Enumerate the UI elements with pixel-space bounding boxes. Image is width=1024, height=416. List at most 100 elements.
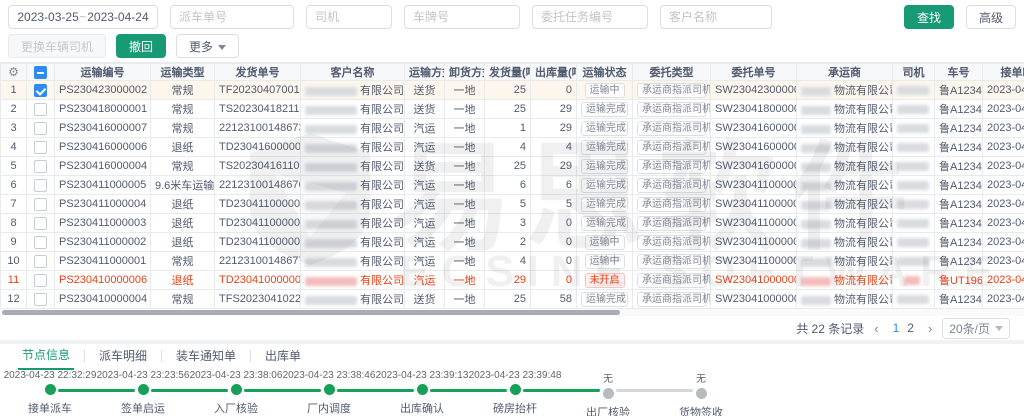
row-checkbox[interactable] bbox=[34, 160, 47, 173]
accept-time-cell: 2023-04-1 bbox=[983, 271, 1024, 290]
transport-mode-cell: 汽运 bbox=[405, 271, 445, 290]
next-page-icon[interactable]: › bbox=[928, 321, 932, 336]
table-row[interactable]: 8PS230411000003退纸TD230411000008有限公司汽运一地3… bbox=[1, 214, 1024, 233]
redacted-customer-name bbox=[305, 87, 357, 96]
accept-time-cell: 2023-04- bbox=[983, 252, 1024, 271]
consign-type-cell: 承运商指派司机 bbox=[633, 233, 711, 252]
column-header-13: 车号 bbox=[935, 64, 983, 81]
chevron-down-icon bbox=[995, 326, 1003, 331]
redacted-customer-name bbox=[305, 106, 357, 115]
carrier-cell: 物流有限公司 bbox=[797, 100, 893, 119]
transport-no-cell: PS230418000001 bbox=[55, 100, 151, 119]
consign-no-cell: SW230418000002 bbox=[711, 100, 797, 119]
table-row[interactable]: 2PS230418000001常规TS202304182114有限公司送货一地2… bbox=[1, 100, 1024, 119]
consign-type-badge: 承运商指派司机 bbox=[637, 254, 706, 269]
change-driver-button[interactable]: 更换车辆司机 bbox=[8, 34, 106, 58]
table-row[interactable]: 9PS230411000002退纸TD230411000007有限公司汽运一地2… bbox=[1, 233, 1024, 252]
table-row[interactable]: 10PS230411000001常规22123100148677有限公司汽运一地… bbox=[1, 252, 1024, 271]
ship-qty-cell: 3 bbox=[485, 214, 531, 233]
transport-no-cell: PS230411000004 bbox=[55, 195, 151, 214]
out-qty-cell: 0 bbox=[531, 271, 577, 290]
unload-mode-cell: 一地 bbox=[445, 119, 485, 138]
row-checkbox[interactable] bbox=[34, 122, 47, 135]
transport-mode-cell: 汽运 bbox=[405, 138, 445, 157]
table-row[interactable]: 6PS2304110000059.6米车运输22123100148676有限公司… bbox=[1, 176, 1024, 195]
tab-节点信息[interactable]: 节点信息 bbox=[18, 346, 74, 370]
table-row[interactable]: 3PS230416000007常规22123100148673有限公司汽运一地1… bbox=[1, 119, 1024, 138]
row-checkbox[interactable] bbox=[34, 141, 47, 154]
date-end[interactable]: 2023-04-24 bbox=[87, 10, 148, 24]
driver-cell bbox=[893, 119, 935, 138]
consign-type-cell: 承运商指派司机 bbox=[633, 119, 711, 138]
table-row[interactable]: 12PS230410000004常规TFS202304102203有限公司送货一… bbox=[1, 290, 1024, 309]
search-button[interactable]: 查找 bbox=[904, 5, 954, 29]
table-row[interactable]: 11PS230410000006退纸TD230410000009有限公司汽运一地… bbox=[1, 271, 1024, 290]
column-header-14: 接单时间 bbox=[983, 64, 1024, 81]
timeline-node-dot bbox=[138, 384, 149, 395]
redacted-customer-name bbox=[305, 201, 357, 210]
row-checkbox[interactable] bbox=[34, 255, 47, 268]
transport-no-cell: PS230423000002 bbox=[55, 81, 151, 100]
row-checkbox[interactable] bbox=[34, 217, 47, 230]
redacted-driver-name bbox=[897, 143, 929, 152]
redacted-driver-name bbox=[897, 124, 929, 133]
row-checkbox[interactable] bbox=[34, 236, 47, 249]
advanced-button[interactable]: 高级 bbox=[966, 5, 1016, 29]
gear-icon[interactable]: ⚙ bbox=[8, 65, 19, 79]
table-row[interactable]: 1PS230423000002常规TF20230407001有限公司送货一地25… bbox=[1, 81, 1024, 100]
prev-page-icon[interactable]: ‹ bbox=[874, 321, 878, 336]
date-start[interactable]: 2023-03-25 bbox=[17, 10, 78, 24]
redacted-driver-name bbox=[897, 86, 929, 95]
transport-mode-cell: 汽运 bbox=[405, 195, 445, 214]
page-number-2[interactable]: 2 bbox=[907, 321, 914, 335]
customer-name-input[interactable] bbox=[660, 5, 772, 29]
status-badge: 运输完成 bbox=[581, 159, 628, 174]
scrollbar-thumb[interactable] bbox=[2, 310, 620, 315]
ship-no-cell: 22123100148676 bbox=[215, 176, 301, 195]
row-select-cell bbox=[27, 100, 55, 119]
plate-no-input[interactable] bbox=[404, 5, 520, 29]
select-all-checkbox[interactable] bbox=[34, 66, 47, 79]
row-checkbox[interactable] bbox=[34, 103, 47, 116]
table-row[interactable]: 7PS230411000004退纸TD230411000009有限公司汽运一地5… bbox=[1, 195, 1024, 214]
unload-mode-cell: 一地 bbox=[445, 252, 485, 271]
date-range-input[interactable]: 2023-03-25 ~ 2023-04-24 bbox=[8, 5, 158, 29]
consign-type-badge: 承运商指派司机 bbox=[637, 273, 706, 288]
row-checkbox[interactable] bbox=[34, 198, 47, 211]
withdraw-button[interactable]: 撤回 bbox=[116, 34, 166, 58]
customer-cell: 有限公司 bbox=[301, 138, 405, 157]
redacted-customer-name bbox=[305, 163, 357, 172]
tab-divider bbox=[161, 350, 162, 362]
column-settings-cell: ⚙ bbox=[1, 64, 27, 81]
ship-no-cell: TD230411000009 bbox=[215, 195, 301, 214]
page-number-1[interactable]: 1 bbox=[893, 321, 900, 335]
ship-no-cell: TS202304182114 bbox=[215, 100, 301, 119]
column-header-9: 委托类型 bbox=[633, 64, 711, 81]
out-qty-cell: 4 bbox=[531, 138, 577, 157]
tab-装车通知单[interactable]: 装车通知单 bbox=[172, 347, 240, 369]
status-badge: 运输完成 bbox=[581, 178, 628, 193]
tab-派车明细[interactable]: 派车明细 bbox=[95, 347, 151, 369]
driver-cell bbox=[893, 195, 935, 214]
more-dropdown-button[interactable]: 更多 bbox=[176, 34, 239, 58]
driver-input[interactable] bbox=[306, 5, 392, 29]
tab-出库单[interactable]: 出库单 bbox=[261, 347, 305, 369]
row-checkbox[interactable] bbox=[34, 274, 47, 287]
table-row[interactable]: 4PS230416000006退纸TD230416000002有限公司汽运一地4… bbox=[1, 138, 1024, 157]
table-row[interactable]: 5PS230416000004常规TS202304161109有限公司送货一地2… bbox=[1, 157, 1024, 176]
dispatch-no-input[interactable] bbox=[170, 5, 294, 29]
row-checkbox[interactable] bbox=[34, 84, 47, 97]
ship-qty-cell: 29 bbox=[485, 271, 531, 290]
task-no-input[interactable] bbox=[532, 5, 648, 29]
consign-type-badge: 承运商指派司机 bbox=[637, 197, 706, 212]
orders-table: ⚙运输编号运输类型发货单号客户名称运输方式卸货方式发货量(吨)出库量(吨)运输状… bbox=[0, 63, 1024, 309]
transport-no-cell: PS230411000003 bbox=[55, 214, 151, 233]
row-checkbox[interactable] bbox=[34, 179, 47, 192]
unload-mode-cell: 一地 bbox=[445, 176, 485, 195]
column-header-8: 运输状态 bbox=[577, 64, 633, 81]
chevron-down-icon bbox=[218, 45, 226, 50]
customer-cell: 有限公司 bbox=[301, 214, 405, 233]
row-checkbox[interactable] bbox=[34, 293, 47, 306]
filter-bar: 2023-03-25 ~ 2023-04-24 查找 高级 bbox=[0, 0, 1024, 32]
page-size-select[interactable]: 20条/页 bbox=[942, 318, 1010, 339]
